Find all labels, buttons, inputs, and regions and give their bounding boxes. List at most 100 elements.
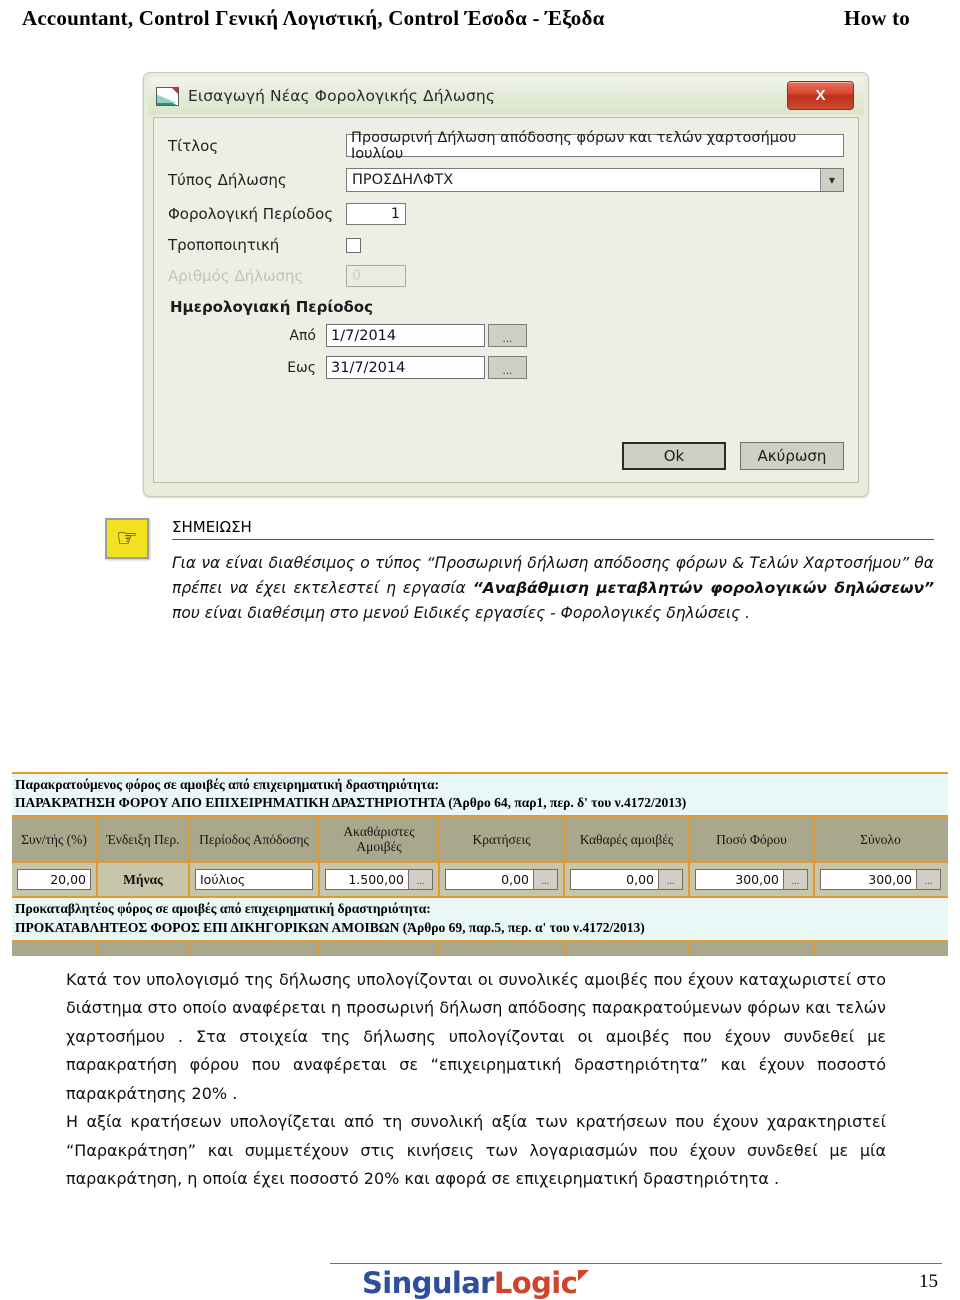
column-header-gross-fees: Ακαθάριστες Αμοιβές xyxy=(320,817,440,862)
type-label: Τύπος Δήλωσης xyxy=(168,171,287,189)
chevron-down-icon[interactable]: ▼ xyxy=(820,169,843,191)
partial-cell-5 xyxy=(440,941,565,956)
body-paragraph-1: Κατά τον υπολογισμό της δήλωσης υπολογίζ… xyxy=(66,970,886,1103)
withholdings-browse-button[interactable]: ... xyxy=(534,869,558,891)
cell-period: Ιούλιος xyxy=(190,863,320,897)
partial-cell-6 xyxy=(565,941,690,956)
dialog-title: Εισαγωγή Νέας Φορολογικής Δήλωσης xyxy=(188,87,496,105)
column-header-tax-amount: Ποσό Φόρου xyxy=(690,817,815,862)
rate-value[interactable]: 20,00 xyxy=(17,869,91,891)
grid-band-2: Προκαταβλητέος φόρος σε αμοιβές από επιχ… xyxy=(12,898,948,942)
period-indication-value: Μήνας xyxy=(123,871,163,887)
calendar-period-group-title: Ημερολογιακή Περίοδος xyxy=(170,298,373,316)
fiscal-period-label: Φορολογική Περίοδος xyxy=(168,205,334,223)
cell-rate: 20,00 xyxy=(12,863,98,897)
page-header: Accountant, Control Γενική Λογιστική, Co… xyxy=(0,6,960,40)
type-select[interactable]: ΠΡΟΣΔΗΛΦΤΧ ▼ xyxy=(346,168,844,192)
cell-withholdings: 0,00 ... xyxy=(440,863,565,897)
field-row-fiscal-period: Φορολογική Περίοδος 1 xyxy=(168,203,844,225)
field-row-amending: Τροποποιητική xyxy=(168,236,844,254)
partial-cell-8 xyxy=(815,942,946,956)
partial-cell-2 xyxy=(98,941,190,956)
note-divider xyxy=(172,539,934,540)
column-header-net-fees: Καθαρές αμοιβές xyxy=(565,817,690,862)
header-title-right: How to xyxy=(844,6,910,30)
field-row-date-to: Εως 31/7/2014 ... xyxy=(168,356,844,379)
withholding-tax-grid-screenshot: Παρακρατούμενος φόρος σε αμοιβές από επι… xyxy=(12,772,948,956)
net-fees-browse-button[interactable]: ... xyxy=(659,869,683,891)
column-header-total: Σύνολο xyxy=(860,831,901,847)
partial-cell-1 xyxy=(12,941,98,956)
note-text: Για να είναι διαθέσιμος ο τύπος “Προσωρι… xyxy=(172,551,934,626)
note-text-bold: “Αναβάθμιση μεταβλητών φορολογικών δηλώσ… xyxy=(472,579,934,598)
field-row-type: Τύπος Δήλωσης ΠΡΟΣΔΗΛΦΤΧ ▼ xyxy=(168,168,844,192)
title-label: Τίτλος xyxy=(168,136,219,155)
declaration-document-icon xyxy=(156,86,179,106)
cell-tax-amount: 300,00 ... xyxy=(690,863,815,897)
gross-fees-value[interactable]: 1.500,00 xyxy=(325,869,409,891)
note-body: ΣΗΜΕΙΩΣΗ Για να είναι διαθέσιμος ο τύπος… xyxy=(172,518,935,626)
partial-cell-3 xyxy=(190,941,320,956)
tax-amount-browse-button[interactable]: ... xyxy=(784,869,808,891)
band-1-line-2: ΠΑΡΑΚΡΑΤΗΣΗ ΦΟΡΟΥ ΑΠΟ ΕΠΙΧΕΙΡΗΜΑΤΙΚΗ ΔΡΑ… xyxy=(15,795,687,811)
date-from-label: Από xyxy=(289,327,316,344)
date-from-input[interactable]: 1/7/2014 xyxy=(326,324,485,347)
field-row-declaration-number: Αριθμός Δήλωσης 0 xyxy=(168,265,844,287)
tax-amount-value[interactable]: 300,00 xyxy=(695,869,784,891)
band-1-line-1: Παρακρατούμενος φόρος σε αμοιβές από επι… xyxy=(15,777,439,792)
field-row-date-from: Από 1/7/2014 ... xyxy=(168,324,844,347)
note-text-part2: που είναι διαθέσιμη στο μενού Ειδικές ερ… xyxy=(172,604,751,623)
new-tax-declaration-dialog: Εισαγωγή Νέας Φορολογικής Δήλωσης X Τίτλ… xyxy=(143,72,869,497)
fiscal-period-input[interactable]: 1 xyxy=(346,203,406,225)
partial-cell-4 xyxy=(320,941,440,956)
header-title-left: Accountant, Control Γενική Λογιστική, Co… xyxy=(22,6,605,30)
band-2-line-1: Προκαταβλητέος φόρος σε αμοιβές από επιχ… xyxy=(15,901,431,917)
declaration-number-label: Αριθμός Δήλωσης xyxy=(168,267,304,285)
pointing-hand-icon: ☞ xyxy=(105,518,149,559)
column-header-withholdings: Κρατήσεις xyxy=(440,817,565,862)
logo-text-logic: Logic xyxy=(493,1266,578,1300)
singularlogic-logo: SingularLogic xyxy=(362,1266,590,1300)
column-header-period-indication: Ένδειξη Περ. xyxy=(98,817,190,862)
column-header-period: Περίοδος Απόδοσης xyxy=(190,817,320,862)
body-paragraph-2: Η αξία κρατήσεων υπολογίζεται από τη συν… xyxy=(66,1112,886,1189)
date-from-browse-button[interactable]: ... xyxy=(488,324,527,347)
period-value[interactable]: Ιούλιος xyxy=(195,869,313,891)
cell-total: 300,00 ... xyxy=(815,863,946,896)
type-select-value: ΠΡΟΣΔΗΛΦΤΧ xyxy=(352,172,454,188)
title-input[interactable]: Προσωρινή Δήλωση απόδοσης φόρων και τελώ… xyxy=(346,130,844,162)
grid-header-row: Συν/τής (%) Ένδειξη Περ. Περίοδος Απόδοσ… xyxy=(12,817,948,864)
dialog-button-bar: Ok Ακύρωση xyxy=(622,442,844,470)
cell-net-fees: 0,00 ... xyxy=(565,863,690,897)
total-value[interactable]: 300,00 xyxy=(820,869,917,891)
withholdings-value[interactable]: 0,00 xyxy=(445,869,534,891)
page-number: 15 xyxy=(919,1271,938,1292)
band-2-line-2: ΠΡΟΚΑΤΑΒΛΗΤΕΟΣ ΦΟΡΟΣ ΕΠΙ ΔΙΚΗΓΟΡΙΚΩΝ ΑΜΟ… xyxy=(15,919,645,935)
declaration-number-input: 0 xyxy=(346,265,406,287)
date-to-browse-button[interactable]: ... xyxy=(488,356,527,379)
cell-period-indication: Μήνας xyxy=(98,863,190,897)
partial-cell-7 xyxy=(690,941,815,956)
dialog-titlebar: Εισαγωγή Νέας Φορολογικής Δήλωσης X xyxy=(148,77,864,115)
amending-label: Τροποποιητική xyxy=(168,236,280,254)
ok-button[interactable]: Ok xyxy=(622,442,726,470)
body-text: Κατά τον υπολογισμό της δήλωσης υπολογίζ… xyxy=(66,966,886,1194)
grid-partial-row xyxy=(12,941,948,956)
date-to-label: Εως xyxy=(287,359,316,376)
field-row-title: Τίτλος Προσωρινή Δήλωση απόδοσης φόρων κ… xyxy=(168,130,844,162)
column-header-rate: Συν/τής (%) xyxy=(12,817,98,862)
cell-gross-fees: 1.500,00 ... xyxy=(320,863,440,897)
date-to-input[interactable]: 31/7/2014 xyxy=(326,356,485,379)
close-icon[interactable]: X xyxy=(787,81,854,110)
dialog-body: Τίτλος Προσωρινή Δήλωση απόδοσης φόρων κ… xyxy=(153,117,859,483)
note-block: ☞ ΣΗΜΕΙΩΣΗ Για να είναι διαθέσιμος ο τύπ… xyxy=(105,518,935,626)
logo-flag-icon xyxy=(578,1270,590,1281)
amending-checkbox[interactable] xyxy=(346,237,361,253)
note-title: ΣΗΜΕΙΩΣΗ xyxy=(172,518,252,536)
gross-fees-browse-button[interactable]: ... xyxy=(409,869,433,891)
total-browse-button[interactable]: ... xyxy=(917,869,941,891)
logo-text-singular: Singular xyxy=(362,1266,494,1300)
cancel-button[interactable]: Ακύρωση xyxy=(740,442,844,470)
net-fees-value[interactable]: 0,00 xyxy=(570,869,659,891)
grid-band-1: Παρακρατούμενος φόρος σε αμοιβές από επι… xyxy=(12,774,948,818)
